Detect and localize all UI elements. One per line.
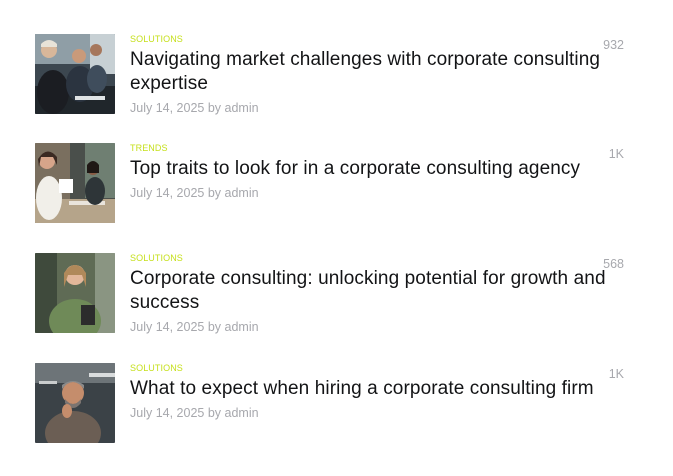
view-count: 932 [603, 38, 624, 52]
post-by-label: by [207, 320, 222, 334]
post-content: SOLUTIONS Navigating market challenges w… [130, 34, 610, 116]
post-title: Corporate consulting: unlocking potentia… [130, 267, 610, 315]
post-title-link[interactable]: What to expect when hiring a corporate c… [130, 378, 594, 399]
post-thumbnail[interactable] [35, 143, 115, 223]
post-author[interactable]: admin [225, 320, 259, 334]
post-thumbnail[interactable] [35, 363, 115, 443]
post-content: SOLUTIONS What to expect when hiring a c… [130, 363, 610, 421]
post-title: What to expect when hiring a corporate c… [130, 377, 610, 401]
post-category[interactable]: SOLUTIONS [130, 253, 610, 263]
post-thumbnail[interactable] [35, 34, 115, 114]
post-title-link[interactable]: Top traits to look for in a corporate co… [130, 158, 580, 179]
thoughtful-man-image [35, 363, 115, 443]
post-date[interactable]: July 14, 2025 [130, 406, 204, 420]
post-by-label: by [207, 101, 222, 115]
post-category[interactable]: SOLUTIONS [130, 363, 610, 373]
post-meta: July 14, 2025 by admin [130, 319, 610, 335]
post-thumbnail[interactable] [35, 253, 115, 333]
post-meta: July 14, 2025 by admin [130, 185, 610, 201]
post-author[interactable]: admin [225, 101, 259, 115]
post-content: SOLUTIONS Corporate consulting: unlockin… [130, 253, 610, 335]
view-count: 1K [608, 367, 624, 381]
post-by-label: by [207, 186, 222, 200]
post-category[interactable]: TRENDS [130, 143, 610, 153]
post-content: TRENDS Top traits to look for in a corpo… [130, 143, 610, 201]
post-by-label: by [207, 406, 222, 420]
post-date[interactable]: July 14, 2025 [130, 186, 204, 200]
office-women-image [35, 143, 115, 223]
smiling-woman-image [35, 253, 115, 333]
post-meta: July 14, 2025 by admin [130, 100, 610, 116]
post-date[interactable]: July 14, 2025 [130, 101, 204, 115]
post-author[interactable]: admin [225, 186, 259, 200]
business-meeting-image [35, 34, 115, 114]
post-date[interactable]: July 14, 2025 [130, 320, 204, 334]
post-author[interactable]: admin [225, 406, 259, 420]
post-meta: July 14, 2025 by admin [130, 405, 610, 421]
post-title-link[interactable]: Corporate consulting: unlocking potentia… [130, 268, 606, 313]
view-count: 568 [603, 257, 624, 271]
post-title: Top traits to look for in a corporate co… [130, 157, 610, 181]
post-title: Navigating market challenges with corpor… [130, 48, 610, 96]
post-title-link[interactable]: Navigating market challenges with corpor… [130, 49, 600, 94]
view-count: 1K [608, 147, 624, 161]
post-category[interactable]: SOLUTIONS [130, 34, 610, 44]
